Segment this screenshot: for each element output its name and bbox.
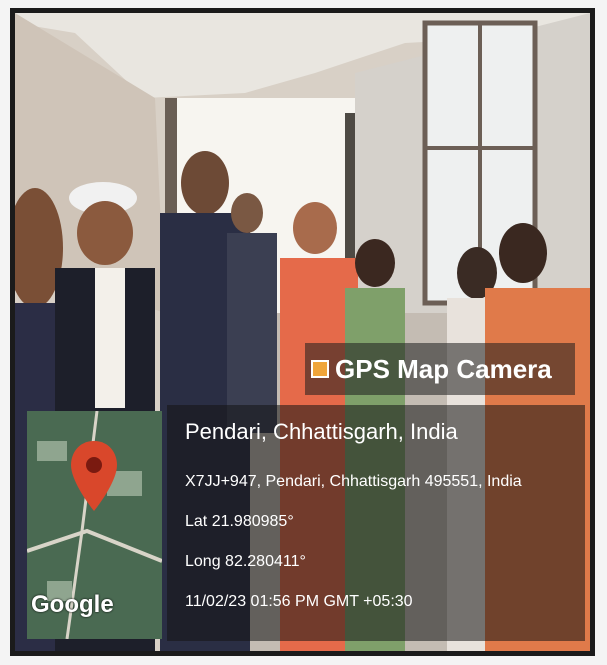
google-logo: Google <box>31 591 114 618</box>
app-name: GPS Map Camera <box>335 353 552 384</box>
datetime: 11/02/23 01:56 PM GMT +05:30 <box>185 593 413 610</box>
address-line: X7JJ+947, Pendari, Chhattisgarh 495551, … <box>185 473 522 490</box>
place-name: Pendari, Chhattisgarh, India <box>185 419 458 444</box>
photo-frame: GPS Map Camera Google Pendari, Chhattisg… <box>10 8 595 656</box>
camera-icon <box>311 360 329 378</box>
location-info-panel: Pendari, Chhattisgarh, India X7JJ+947, P… <box>167 405 585 641</box>
gps-map-camera-badge: GPS Map Camera <box>305 343 575 395</box>
longitude: Long 82.280411° <box>185 553 306 570</box>
latitude: Lat 21.980985° <box>185 513 294 530</box>
